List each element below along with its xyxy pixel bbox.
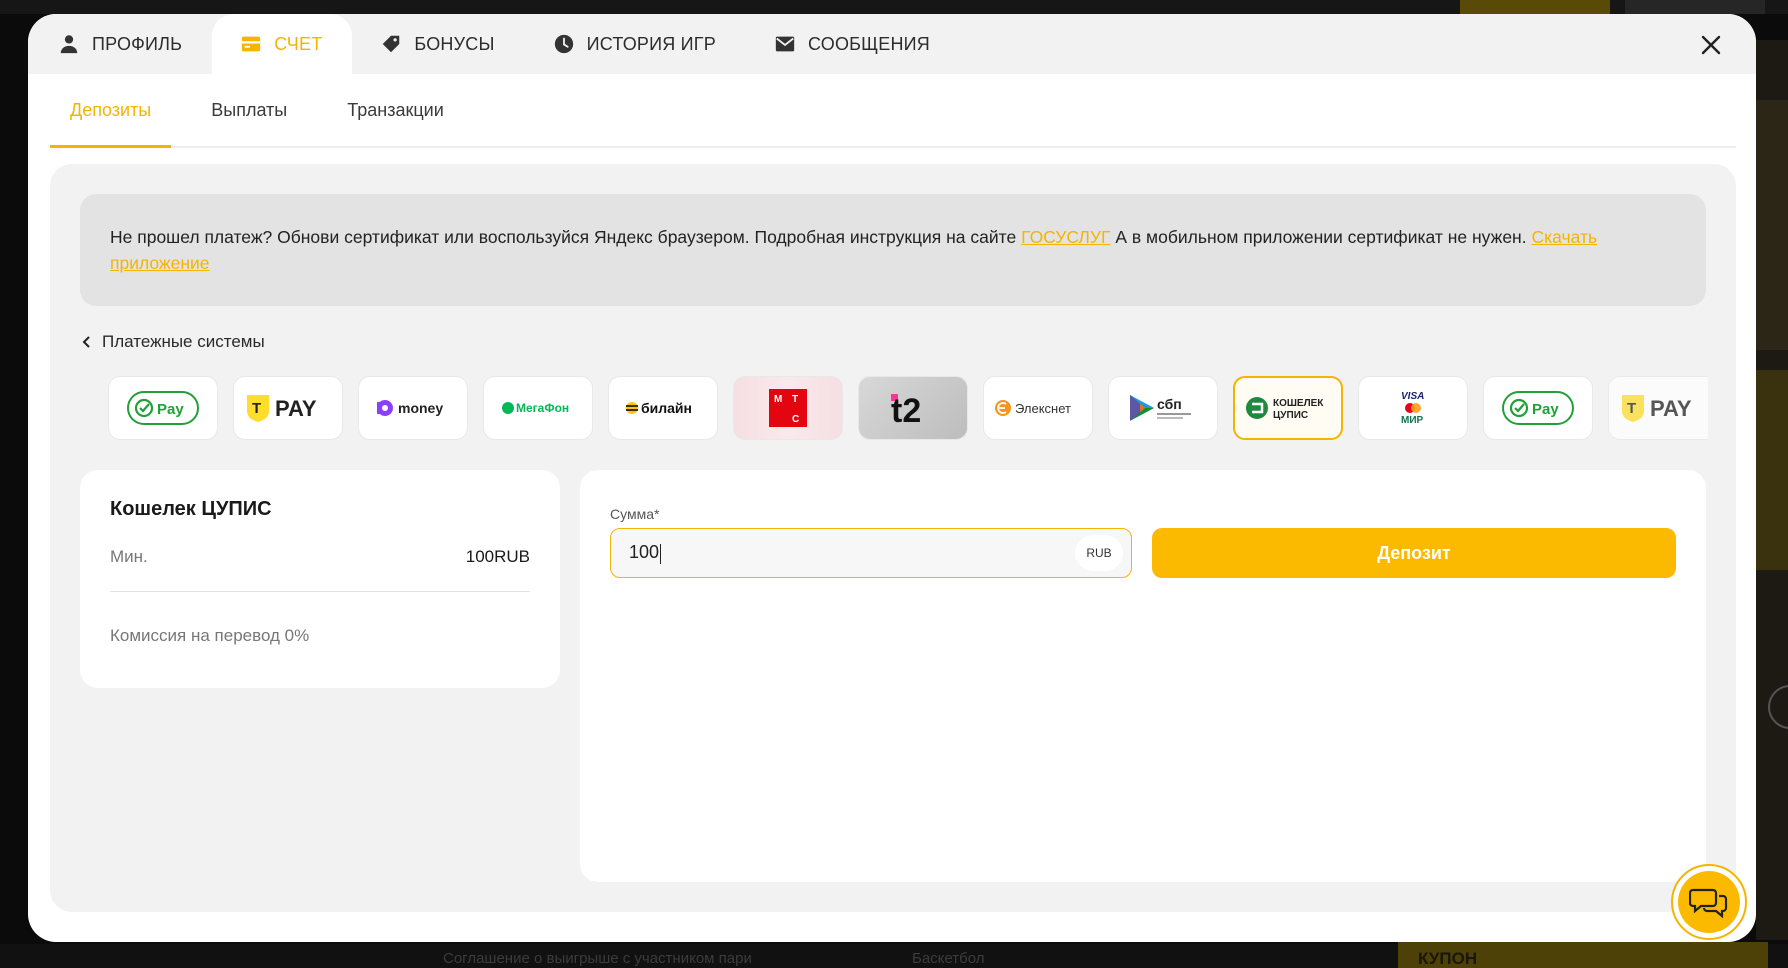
svg-text:Pay: Pay — [157, 401, 184, 418]
t2-logo: t2 — [891, 392, 921, 428]
payment-t-pay[interactable]: T PAY — [1608, 376, 1708, 440]
cupis-logo: КОШЕЛЕКЦУПИС — [1246, 397, 1324, 421]
payment-t2[interactable]: t2 — [858, 376, 968, 440]
mts-logo: М ТС — [769, 389, 807, 427]
svg-text:T: T — [252, 400, 261, 417]
background-footer-link: Баскетбол — [912, 950, 985, 967]
svg-text:PAY: PAY — [1650, 396, 1692, 421]
chat-button[interactable] — [1671, 864, 1747, 940]
text-caret — [660, 543, 662, 564]
user-icon — [60, 35, 78, 54]
payment-yoomoney[interactable]: money — [358, 376, 468, 440]
method-title: Кошелек ЦУПИС — [110, 498, 272, 520]
background-footer-link: Соглашение о выигрыше с участником пари — [443, 950, 752, 967]
coupon-label: КУПОН — [1418, 949, 1478, 968]
notice-text: Не прошел платеж? Обнови сертификат или … — [110, 227, 1022, 247]
min-amount-value: 100RUB — [465, 547, 530, 566]
fee-text: Комиссия на перевод 0% — [110, 626, 310, 645]
yoomoney-logo: money — [377, 400, 443, 416]
svg-text:билайн: билайн — [641, 400, 692, 416]
subtab-deposits[interactable]: Депозиты — [50, 74, 172, 148]
close-icon — [1701, 35, 1721, 55]
svg-text:МегаФон: МегаФон — [516, 401, 569, 415]
svg-text:Элекснет: Элекснет — [1015, 401, 1071, 416]
tab-label: БОНУСЫ — [414, 33, 495, 54]
svg-text:М: М — [774, 394, 782, 405]
svg-text:T: T — [1627, 400, 1636, 417]
payment-sber-pay[interactable]: Pay — [108, 376, 218, 440]
payment-systems-toggle[interactable]: Платежные системы — [82, 332, 265, 352]
notice-text: А в мобильном приложении сертификат не н… — [1110, 227, 1532, 247]
account-modal: ПРОФИЛЬ СЧЕТ БОНУСЫ ИСТОРИЯ ИГР СООБЩЕНИ… — [28, 14, 1756, 942]
payment-mts[interactable]: МТС — [733, 376, 843, 440]
card-icon — [242, 36, 261, 52]
svg-text:сбп: сбп — [1157, 396, 1182, 412]
svg-text:VISA: VISA — [1401, 391, 1424, 402]
envelope-icon — [775, 36, 795, 52]
tag-icon — [383, 35, 400, 53]
deposit-button[interactable]: Депозит — [1152, 528, 1676, 578]
payment-notice: Не прошел платеж? Обнови сертификат или … — [80, 194, 1706, 306]
payment-sbp[interactable]: сбп — [1108, 376, 1218, 440]
tab-profile[interactable]: ПРОФИЛЬ — [28, 14, 212, 74]
tab-label: СЧЕТ — [274, 33, 323, 54]
tab-messages[interactable]: СООБЩЕНИЯ — [746, 14, 960, 74]
svg-text:money: money — [398, 400, 443, 416]
subtab-withdrawals[interactable]: Выплаты — [191, 74, 307, 146]
tab-label: СООБЩЕНИЯ — [807, 33, 931, 54]
background-login-button — [1460, 0, 1610, 14]
t-pay-logo: T PAY — [1622, 395, 1692, 422]
currency-badge: RUB — [1075, 535, 1123, 571]
svg-text:С: С — [792, 414, 799, 425]
t-pay-logo: T PAY — [247, 395, 317, 422]
deposit-panel: Не прошел платеж? Обнови сертификат или … — [50, 164, 1736, 912]
background-register-button — [1625, 0, 1765, 14]
amount-value: 100 — [629, 542, 660, 563]
min-amount-row: Мин. 100RUB — [110, 547, 530, 592]
payment-megafon[interactable]: МегаФон — [483, 376, 593, 440]
background-coupon-panel: КУПОН — [1398, 942, 1768, 968]
sber-pay-logo: Pay — [1502, 391, 1574, 425]
deposit-form: Сумма* 100 RUB Депозит — [580, 470, 1706, 882]
beeline-logo: билайн — [626, 400, 692, 416]
svg-text:t2: t2 — [891, 392, 921, 428]
tab-label: ИСТОРИЯ ИГР — [586, 33, 716, 54]
payment-systems-list: Pay T PAY money МегаФон билайн МТС t2 Эл… — [108, 376, 1708, 442]
chevron-left-icon — [82, 336, 90, 348]
payment-elecsnet[interactable]: Элекснет — [983, 376, 1093, 440]
amount-label: Сумма* — [610, 506, 660, 522]
svg-text:PAY: PAY — [275, 396, 317, 421]
sber-pay-logo: Pay — [127, 391, 199, 425]
payment-t-pay[interactable]: T PAY — [233, 376, 343, 440]
main-tabs: ПРОФИЛЬ СЧЕТ БОНУСЫ ИСТОРИЯ ИГР СООБЩЕНИ… — [28, 14, 1756, 74]
min-amount-label: Мин. — [110, 547, 148, 566]
subtab-transactions[interactable]: Транзакции — [327, 74, 464, 146]
clock-icon — [554, 34, 573, 54]
payment-beeline[interactable]: билайн — [608, 376, 718, 440]
payment-visa-mir[interactable]: VISA МИР — [1358, 376, 1468, 440]
tab-bonuses[interactable]: БОНУСЫ — [352, 14, 524, 74]
elecsnet-logo: Элекснет — [995, 400, 1071, 416]
svg-text:ЦУПИС: ЦУПИС — [1273, 410, 1308, 421]
payment-cupis-wallet[interactable]: КОШЕЛЕК ЦУПИС — [1233, 376, 1343, 440]
background-side-banner — [1756, 40, 1788, 940]
tab-account[interactable]: СЧЕТ — [212, 14, 353, 74]
megafon-logo: МегаФон — [502, 401, 569, 415]
svg-text:Pay: Pay — [1532, 401, 1559, 418]
svg-text:МИР: МИР — [1401, 415, 1424, 426]
sbp-logo: сбп — [1130, 395, 1191, 421]
gosuslugi-link[interactable]: ГОСУСЛУГ — [1021, 227, 1110, 247]
tab-label: ПРОФИЛЬ — [92, 33, 183, 54]
visa-mir-logo: VISA МИР — [1401, 391, 1424, 426]
svg-text:КОШЕЛЕК: КОШЕЛЕК — [1273, 398, 1324, 409]
close-button[interactable] — [1696, 30, 1726, 60]
payment-sber-pay[interactable]: Pay — [1483, 376, 1593, 440]
method-info-card: Кошелек ЦУПИС Мин. 100RUB Комиссия на пе… — [80, 470, 560, 688]
account-subtabs: Депозиты Выплаты Транзакции — [50, 74, 1736, 148]
chat-icon — [1689, 888, 1728, 919]
svg-text:Т: Т — [792, 394, 798, 405]
tab-game-history[interactable]: ИСТОРИЯ ИГР — [525, 14, 746, 74]
amount-field[interactable]: 100 RUB — [610, 528, 1132, 578]
payment-systems-title: Платежные системы — [102, 332, 265, 351]
